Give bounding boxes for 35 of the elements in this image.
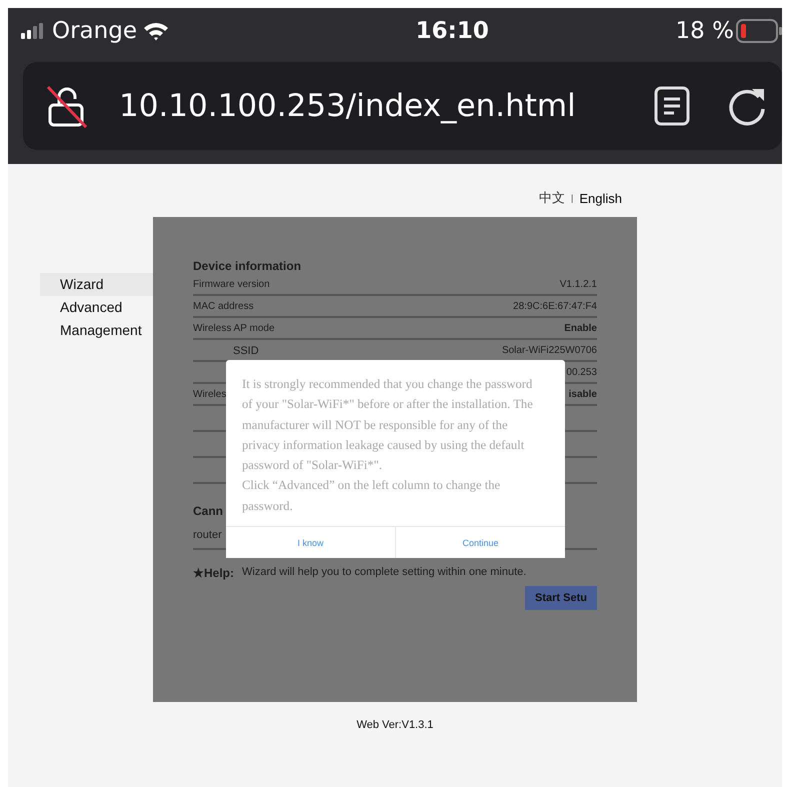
row-value: 28:9C:6E:67:47:F4 (513, 301, 597, 313)
url-text: 10.10.100.253/index_en.html (119, 88, 577, 124)
row-label: MAC address (193, 301, 254, 313)
sidebar-item[interactable]: Advanced (40, 296, 153, 319)
language-link[interactable]: English (579, 190, 622, 206)
reader-view-icon[interactable] (654, 86, 690, 126)
section-heading: Device information (193, 259, 302, 273)
wifi-icon (142, 21, 169, 41)
battery-percent: 18 % (676, 18, 734, 44)
address-bar[interactable]: 10.10.100.253/index_en.html (23, 62, 782, 150)
unlocked-padlock-icon (45, 83, 89, 129)
row-label: Wireless AP mode (193, 323, 275, 335)
row-label: Wireles (193, 389, 226, 401)
language-link[interactable]: 中文 (539, 189, 566, 207)
battery-icon (736, 19, 782, 43)
row-value: isable (568, 389, 597, 401)
row-value: 00.253 (566, 367, 597, 379)
language-separator: | (571, 193, 574, 203)
clock-time: 16:10 (416, 18, 489, 44)
dialog-message: It is strongly recommended that you change the password of your "Solar-WiFi*" before or after the installation. The manufacturer will NOT be responsible for any of the privacy information leakage caused by using the default password of "Solar-WiFi*". (242, 376, 534, 474)
field-label: router (193, 529, 222, 541)
signal-icon (20, 22, 46, 40)
version-text: Web Ver:V1.3.1 (356, 719, 434, 731)
row-label: SSID (233, 345, 259, 357)
row-value: Enable (564, 323, 597, 335)
help-text: Wizard will help you to complete setting within one minute. (242, 566, 526, 580)
sidebar-item[interactable]: Management (40, 319, 153, 342)
sidebar-item[interactable]: Wizard (40, 273, 153, 296)
row-value: V1.1.2.1 (560, 279, 597, 291)
dialog-message: Click “Advanced” on the left column to change the password. (242, 477, 502, 515)
row-label: Firmware version (193, 279, 270, 291)
row-value: Solar-WiFi225W0706 (502, 345, 597, 357)
carrier-name: Orange (52, 18, 137, 44)
help-label: ★Help: (193, 566, 234, 580)
section-heading: Cann (193, 504, 223, 518)
